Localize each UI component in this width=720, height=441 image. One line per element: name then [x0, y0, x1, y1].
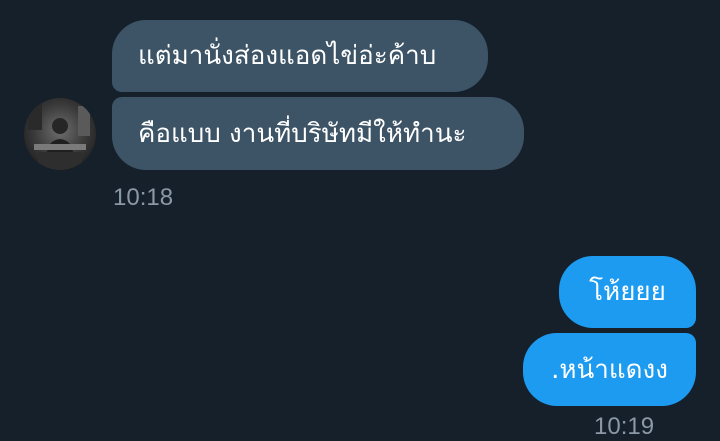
outgoing-message-bubble[interactable]: .หน้าแดงง: [523, 333, 696, 406]
outgoing-message-bubble[interactable]: โห้ยยย: [559, 256, 696, 328]
message-text: แต่มานั่งส่องแอดไข่อ่ะค้าบ: [138, 41, 437, 71]
incoming-message-bubble[interactable]: คือแบบ งานที่บริษัทมีให้ทำนะ: [112, 97, 524, 170]
message-timestamp: 10:18: [113, 184, 174, 211]
message-text: คือแบบ งานที่บริษัทมีให้ทำนะ: [138, 118, 467, 149]
message-timestamp: 10:19: [594, 413, 655, 440]
avatar-photo: [24, 98, 96, 170]
chat-thread: แต่มานั่งส่องแอดไข่อ่ะค้าบ คือแบบ งานที่…: [0, 0, 720, 440]
message-text: โห้ยยย: [589, 277, 666, 307]
avatar[interactable]: [24, 98, 96, 170]
message-text: .หน้าแดงง: [551, 354, 668, 385]
incoming-message-bubble[interactable]: แต่มานั่งส่องแอดไข่อ่ะค้าบ: [112, 20, 488, 92]
